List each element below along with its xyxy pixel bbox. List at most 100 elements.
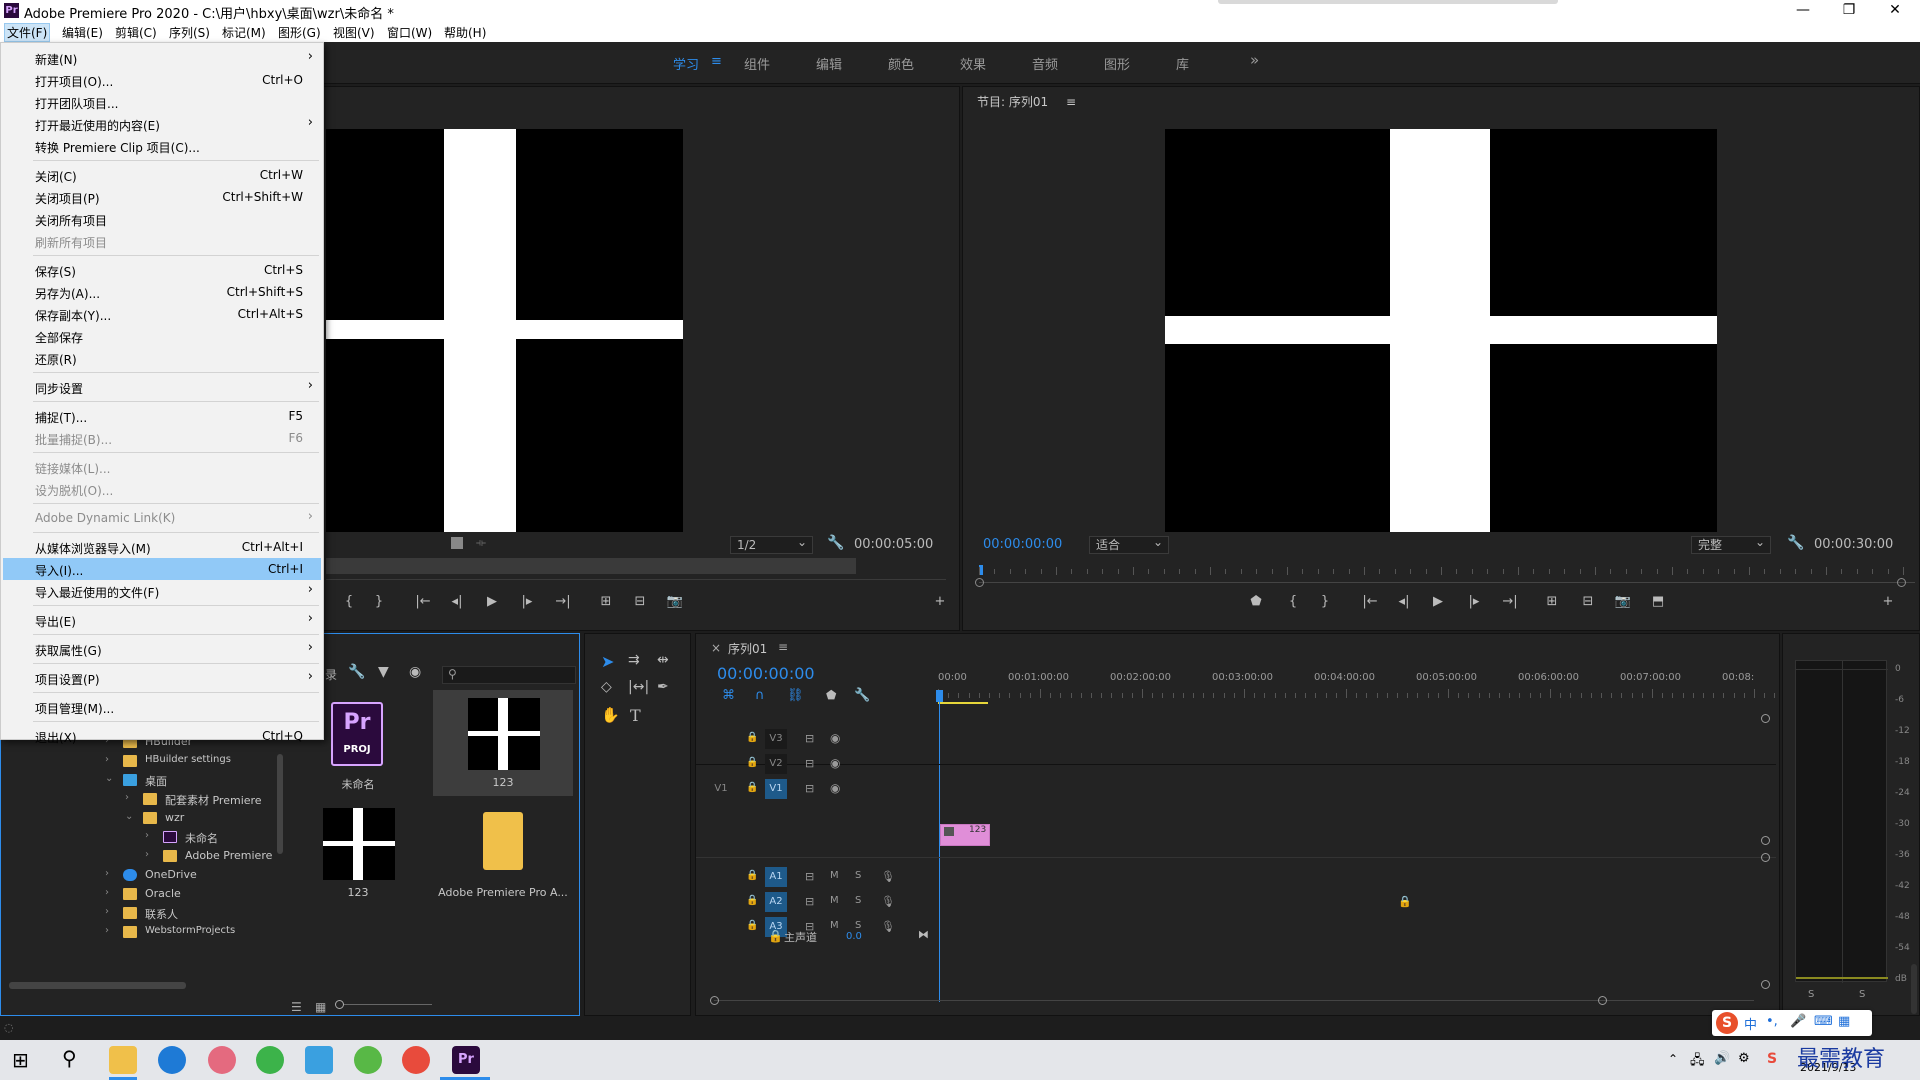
track-target-A2[interactable]: A2 (765, 892, 787, 912)
premiere-taskbar-icon[interactable]: Pr (452, 1046, 480, 1074)
chevron-down-icon[interactable]: ⌄ (105, 773, 113, 784)
ime-voice-icon[interactable]: 🎤 (1790, 1014, 1806, 1029)
file-menu-item-2[interactable]: 打开团队项目... (3, 91, 321, 113)
vertical-zoom-handle-top[interactable] (1761, 714, 1770, 723)
add-button[interactable]: + (930, 594, 950, 609)
menu-4[interactable]: 标记(M) (222, 24, 266, 41)
sync-lock-icon[interactable]: ⊟ (805, 732, 814, 745)
file-explorer-icon[interactable] (109, 1046, 137, 1074)
tree-item-5[interactable]: ⌄ wzr (9, 809, 281, 827)
slip-tool-icon[interactable]: |↔| (628, 679, 649, 695)
eye-icon[interactable]: ◉ (409, 664, 421, 680)
lock-icon[interactable]: 🔒 (1398, 895, 1412, 908)
project-bin-item[interactable]: Adobe Premiere Pro A... (433, 800, 573, 906)
menu-2[interactable]: 剪辑(C) (115, 24, 157, 41)
file-menu-item-21[interactable]: 导入(I)... Ctrl+I (3, 558, 321, 580)
workspace-tab-4[interactable]: 效果 (960, 54, 986, 73)
project-tab-fragment[interactable]: 录 (325, 666, 337, 683)
track-eye-icon[interactable]: ◉ (830, 731, 840, 745)
menu-0[interactable]: 文件(F) (4, 23, 51, 42)
ime-settings-icon[interactable]: ⚙ (1738, 1051, 1750, 1066)
chevron-right-icon[interactable]: › (105, 754, 109, 765)
minimize-button[interactable]: — (1780, 0, 1826, 22)
close-button[interactable]: ✕ (1872, 0, 1918, 22)
source-resolution-dropdown[interactable]: 1/2 (730, 534, 813, 554)
tray-chevron-icon[interactable]: ⌃ (1668, 1052, 1678, 1066)
workspace-tab-6[interactable]: 图形 (1104, 54, 1130, 73)
drag-audio-icon[interactable]: ⟛ (476, 536, 486, 550)
chevron-down-icon[interactable]: ⌄ (125, 811, 133, 822)
thumbnail-zoom-slider[interactable] (338, 1004, 432, 1005)
menu-8[interactable]: 帮助(H) (444, 24, 486, 41)
tree-item-2[interactable]: › HBuilder settings (9, 752, 281, 770)
panel-menu-icon[interactable]: ≡ (1066, 95, 1076, 109)
file-menu-item-25[interactable]: 项目设置(P) › (3, 667, 321, 689)
track-target-V1[interactable]: V1 (765, 779, 787, 799)
volume-icon[interactable]: 🔊 (1714, 1051, 1730, 1066)
menu-3[interactable]: 序列(S) (169, 24, 210, 41)
track-eye-icon[interactable]: ◉ (830, 756, 840, 770)
workspace-menu-icon[interactable]: ≡ (711, 54, 722, 69)
windows-start-icon[interactable]: ⊞ (12, 1048, 29, 1072)
voiceover-mic-icon[interactable]: 🎙 (881, 920, 895, 933)
sync-lock-icon[interactable]: ⊟ (805, 895, 814, 908)
menu-6[interactable]: 视图(V) (333, 24, 375, 41)
tree-item-6[interactable]: › 未命名 (9, 828, 281, 846)
program-zoom-handle-left[interactable] (975, 578, 984, 587)
timeline-tab-close[interactable]: × (711, 641, 721, 655)
menu-5[interactable]: 图形(G) (278, 24, 321, 41)
mark-out-button[interactable]: } (369, 594, 389, 609)
file-menu-item-27[interactable]: 退出(X) Ctrl+Q (3, 725, 321, 747)
file-menu-item-13[interactable]: 还原(R) (3, 347, 321, 369)
vertical-zoom-handle-mid[interactable] (1761, 836, 1770, 845)
overwrite-button[interactable]: ⊟ (630, 594, 650, 609)
program-fit-dropdown[interactable]: 适合 (1089, 534, 1169, 554)
chevron-right-icon[interactable]: › (145, 849, 149, 860)
mark-in-button[interactable]: { (1283, 594, 1303, 609)
program-zoom-bar[interactable] (979, 582, 1915, 583)
mute-button[interactable]: M (830, 920, 839, 931)
edge-browser-icon[interactable] (158, 1046, 186, 1074)
voiceover-mic-icon[interactable]: 🎙 (881, 870, 895, 883)
meter-scrollbar[interactable] (1911, 964, 1917, 1014)
hand-tool-icon[interactable]: ✋ (601, 706, 620, 724)
tree-item-11[interactable]: › WebstormProjects (9, 923, 281, 941)
vertical-zoom-handle-mid2[interactable] (1761, 853, 1770, 862)
step-back-button[interactable]: ◂| (447, 594, 467, 609)
project-search-input[interactable]: ⚲ (442, 666, 576, 684)
wrench-icon[interactable]: 🔧 (854, 688, 870, 703)
file-menu-item-9[interactable]: 保存(S) Ctrl+S (3, 259, 321, 281)
ime-toolbar[interactable]: S 中 •, 🎤 ⌨ ▦ (1712, 1010, 1872, 1036)
timeline-ruler[interactable]: 00:00 00:01:00:00 00:02:00:00 00:03:00:00 00… (938, 672, 1776, 702)
wrench-icon[interactable]: 🔧 (348, 664, 365, 680)
mark-in-button[interactable]: { (339, 594, 359, 609)
nest-sequence-icon[interactable]: ⌘ (722, 688, 735, 703)
work-area-bar[interactable] (938, 702, 988, 704)
file-menu-item-23[interactable]: 导出(E) › (3, 609, 321, 631)
workspace-tab-5[interactable]: 音频 (1032, 54, 1058, 73)
project-bin-item[interactable]: 123 (288, 800, 428, 906)
lock-icon[interactable]: 🔒 (746, 895, 758, 906)
drag-video-icon[interactable] (451, 537, 463, 549)
add-button[interactable]: + (1878, 594, 1898, 609)
go-to-out-button[interactable]: →| (553, 594, 573, 609)
file-menu-item-3[interactable]: 打开最近使用的内容(E) › (3, 113, 321, 135)
source-scrub-zoom-bar[interactable] (326, 558, 856, 574)
snap-icon[interactable]: ∩ (755, 688, 765, 703)
file-menu-item-6[interactable]: 关闭项目(P) Ctrl+Shift+W (3, 186, 321, 208)
menu-1[interactable]: 编辑(E) (62, 24, 103, 41)
search-icon[interactable]: ⚲ (62, 1046, 77, 1070)
thumbnail-zoom-handle[interactable] (335, 1000, 344, 1009)
timeline-timecode[interactable]: 00:00:00:00 (717, 664, 815, 683)
mark-out-button[interactable]: } (1315, 594, 1335, 609)
filter-icon[interactable]: ▼ (378, 664, 389, 680)
list-view-icon[interactable]: ☰ (291, 1000, 302, 1014)
file-menu-item-4[interactable]: 转换 Premiere Clip 项目(C)... (3, 135, 321, 157)
track-select-tool-icon[interactable]: ⇉ (628, 652, 640, 668)
ime-grid-icon[interactable]: ▦ (1838, 1014, 1850, 1029)
go-to-in-button[interactable]: |← (1360, 594, 1380, 609)
razor-tool-icon[interactable]: ◇ (601, 679, 612, 695)
file-menu-item-12[interactable]: 全部保存 (3, 325, 321, 347)
sync-lock-icon[interactable]: ⊟ (805, 782, 814, 795)
maximize-button[interactable]: ❐ (1826, 0, 1872, 22)
